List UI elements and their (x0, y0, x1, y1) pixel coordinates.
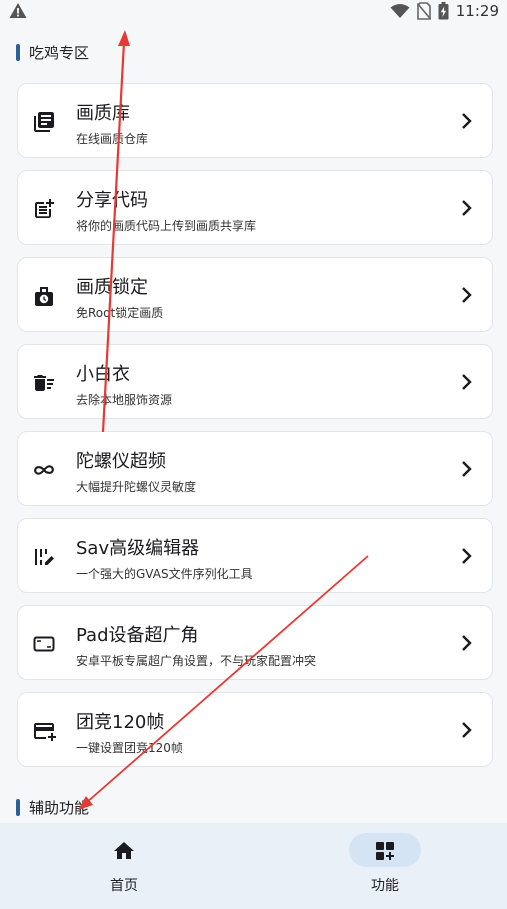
infinity-icon (34, 465, 54, 475)
nav-label: 首页 (110, 878, 138, 894)
card-pad-wide-angle[interactable]: Pad设备超广角 安卓平板专属超广角设置，不与玩家配置冲突 (17, 605, 493, 680)
card-title: 小白衣 (76, 364, 130, 385)
card-subtitle: 将你的画质代码上传到画质共享库 (76, 219, 257, 233)
card-title: 分享代码 (76, 190, 148, 211)
aspect-ratio-icon (33, 636, 55, 652)
card-sav-editor[interactable]: Sav高级编辑器 一个强大的GVAS文件序列化工具 (17, 518, 493, 593)
status-bar: 11:29 (0, 0, 507, 24)
section-accent-bar (16, 43, 20, 61)
chevron-right-icon (462, 635, 472, 651)
card-subtitle: 一个强大的GVAS文件序列化工具 (76, 567, 253, 581)
card-subtitle: 在线画质仓库 (76, 132, 149, 146)
chevron-right-icon (462, 200, 472, 216)
chevron-right-icon (462, 113, 472, 129)
dashboard-add-icon (376, 842, 394, 860)
card-subtitle: 去除本地服饰资源 (76, 393, 173, 407)
home-icon (114, 842, 134, 859)
section-title: 吃鸡专区 (29, 43, 90, 62)
nav-label: 功能 (371, 878, 399, 894)
card-subtitle: 一键设置团竞120帧 (76, 741, 183, 755)
card-title: Sav高级编辑器 (76, 538, 200, 559)
delete-sweep-icon (34, 375, 54, 391)
wifi-icon (390, 4, 410, 18)
card-title: Pad设备超广角 (76, 625, 199, 646)
section-header-assist: 辅助功能 (16, 796, 89, 818)
card-subtitle: 免Root锁定画质 (76, 306, 164, 320)
card-share-code[interactable]: 分享代码 将你的画质代码上传到画质共享库 (17, 170, 493, 245)
nav-item-features[interactable]: 功能 (315, 823, 475, 909)
add-card-icon (34, 723, 56, 741)
chevron-right-icon (462, 548, 472, 564)
card-graphics-library[interactable]: 画质库 在线画质仓库 (17, 83, 493, 158)
library-icon (34, 112, 54, 132)
card-tdm-120fps[interactable]: 团竞120帧 一键设置团竞120帧 (17, 692, 493, 767)
clock: 11:29 (455, 2, 499, 20)
warning-icon (9, 3, 27, 18)
section-header-pubg: 吃鸡专区 (16, 41, 89, 63)
battery-charging-icon (438, 2, 449, 20)
chevron-right-icon (462, 287, 472, 303)
card-title: 陀螺仪超频 (76, 451, 166, 472)
section-title: 辅助功能 (29, 798, 90, 817)
card-title: 画质锁定 (76, 277, 148, 298)
nav-item-home[interactable]: 首页 (54, 823, 214, 909)
annotation-arrow-down (78, 555, 369, 810)
card-subtitle: 大幅提升陀螺仪灵敏度 (76, 480, 197, 494)
card-title: 画质库 (76, 103, 130, 124)
card-title: 团竞120帧 (76, 712, 165, 733)
bottom-navigation: 首页 功能 (0, 823, 507, 909)
chevron-right-icon (462, 461, 472, 477)
card-graphics-lock[interactable]: 画质锁定 免Root锁定画质 (17, 257, 493, 332)
chevron-right-icon (462, 722, 472, 738)
card-subtitle: 安卓平板专属超广角设置，不与玩家配置冲突 (76, 654, 317, 668)
section-accent-bar (16, 798, 20, 816)
chevron-right-icon (462, 374, 472, 390)
no-sim-icon (416, 2, 431, 20)
edit-list-icon (35, 549, 54, 565)
post-add-icon (35, 199, 54, 218)
lock-clock-icon (35, 287, 53, 306)
card-gyro-overclock[interactable]: 陀螺仪超频 大幅提升陀螺仪灵敏度 (17, 431, 493, 506)
card-white-outfit[interactable]: 小白衣 去除本地服饰资源 (17, 344, 493, 419)
